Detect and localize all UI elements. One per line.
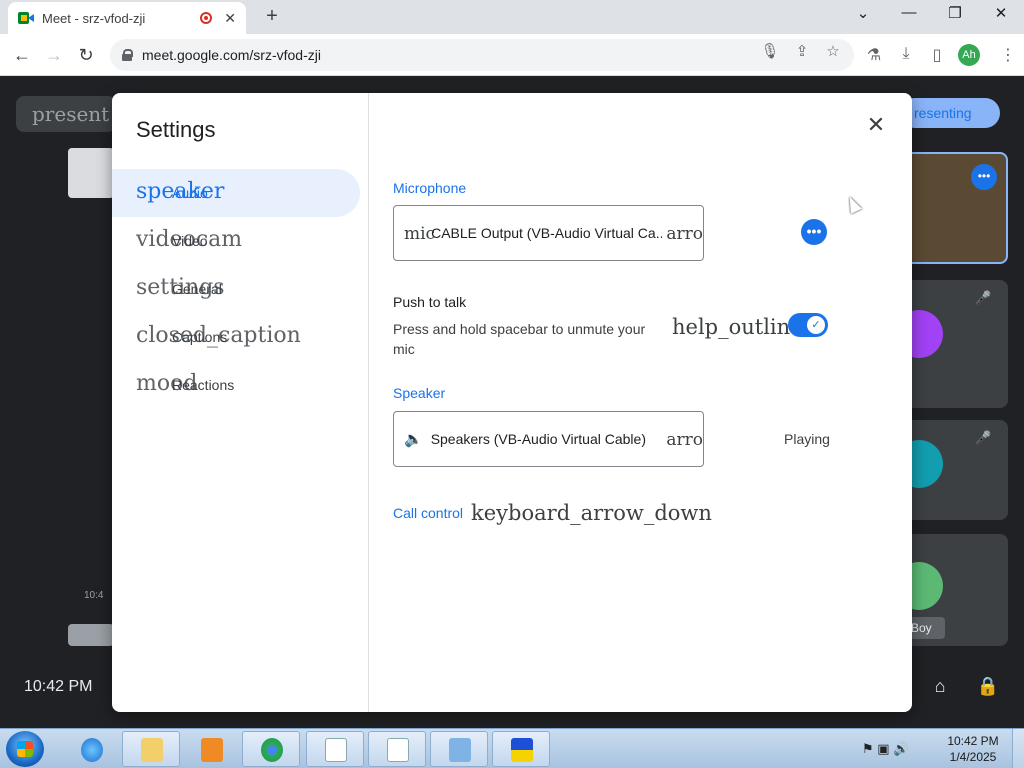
participant-tile[interactable]: 🎤 [905, 280, 1008, 408]
document-icon [387, 738, 409, 762]
profile-avatar[interactable]: Ah [958, 44, 980, 66]
system-tray[interactable]: ⚑ ▣ 🔊 [862, 741, 909, 757]
settings-nav-video[interactable]: videocam Video [112, 217, 360, 265]
settings-nav-label: Audio [172, 185, 208, 201]
microphone-more-options-icon[interactable]: ••• [801, 219, 827, 245]
presentation-thumbnail [68, 148, 114, 198]
microphone-heading: Microphone [393, 180, 467, 196]
taskbar-chrome-button[interactable] [242, 731, 300, 767]
mic-off-icon: 🎤 [975, 430, 992, 445]
side-panel-icon[interactable]: ▯ [926, 45, 948, 65]
speaker-heading: Speaker [393, 385, 446, 401]
settings-nav-label: Captions [172, 329, 228, 345]
tile-more-options-icon[interactable]: ••• [971, 164, 997, 190]
floppy-disk-icon [511, 738, 533, 762]
media-player-icon [201, 738, 223, 762]
call-control-label: Call control [393, 505, 464, 521]
settings-dialog: Settings speaker Audio videocam Video se… [112, 93, 912, 712]
volume-icon: 🔈 [404, 430, 423, 448]
recording-icon [200, 12, 213, 24]
browser-toolbar: ← → ↻ meet.google.com/srz-vfod-zji 🎙 ⇪ ☆… [0, 34, 1024, 76]
start-button[interactable] [6, 731, 44, 767]
bookmark-star-icon[interactable]: ☆ [823, 42, 843, 60]
folder-icon [141, 738, 163, 762]
taskbar-thumbnail [68, 624, 114, 646]
lock-icon[interactable] [122, 49, 133, 61]
microphone-select-value: CABLE Output (VB-Audio Virtual Ca... [431, 225, 668, 241]
reload-icon[interactable]: ↻ [73, 42, 99, 68]
microphone-select[interactable]: mic CABLE Output (VB-Audio Virtual Ca...… [393, 205, 704, 261]
restore-button[interactable]: ❐ [943, 4, 967, 22]
settings-nav-captions[interactable]: closed_caption Captions [112, 313, 360, 361]
taskbar-save-button[interactable] [492, 731, 550, 767]
microphone-dropdown-arrow-icon: arro [662, 224, 703, 244]
participant-tile[interactable]: ••• [905, 152, 1008, 264]
speaker-dropdown-arrow-icon: arro [662, 430, 703, 450]
clock-time: 10:42 PM [947, 734, 999, 748]
document-icon [325, 738, 347, 762]
present-button[interactable]: present [16, 96, 116, 132]
participant-tile[interactable]: 🎤 [905, 420, 1008, 520]
minimize-button[interactable]: — [897, 4, 921, 21]
taskbar-media-button[interactable] [182, 731, 240, 767]
back-arrow-icon[interactable]: ← [9, 42, 35, 68]
speaker-select[interactable]: 🔈 Speakers (VB-Audio Virtual Cable) arro [393, 411, 704, 467]
internet-explorer-icon [81, 738, 103, 762]
taskbar-explorer-button[interactable] [122, 731, 180, 767]
meet-logo-icon [18, 11, 34, 25]
settings-nav-label: Reactions [172, 377, 235, 393]
presenting-badge[interactable]: resenting [900, 98, 1000, 128]
taskbar-clock[interactable]: 10:42 PM 1/4/2025 [940, 733, 1006, 765]
mic-off-icon: 🎤 [975, 290, 992, 305]
settings-nav-label: General [172, 281, 222, 297]
settings-nav-reactions[interactable]: mood Reactions [112, 361, 360, 409]
control-panel-icon [449, 738, 471, 762]
settings-nav-label: Video [172, 233, 208, 249]
speaker-select-value: Speakers (VB-Audio Virtual Cable) [430, 431, 646, 447]
tab-list-chevron-down-icon[interactable]: ⌄ [851, 4, 875, 22]
microphone-icon[interactable]: 🎙 [760, 42, 780, 60]
clock-date: 1/4/2025 [949, 750, 997, 764]
browser-menu-icon[interactable]: ⋮ [996, 45, 1018, 65]
labs-flask-icon[interactable]: ⚗ [863, 45, 885, 65]
tab-close-icon[interactable]: ✕ [224, 10, 236, 27]
taskbar-document-button[interactable] [306, 731, 364, 767]
push-to-talk-description: Press and hold spacebar to unmute your m… [393, 321, 646, 357]
activities-icon[interactable]: ⌂ [927, 676, 953, 697]
show-desktop-button[interactable] [1012, 729, 1024, 768]
call-control-expander[interactable]: Call control keyboard_arrow_down [393, 501, 712, 525]
url-text[interactable]: meet.google.com/srz-vfod-zji [142, 47, 321, 63]
toggle-check-icon: ✓ [807, 316, 825, 334]
new-tab-button[interactable]: + [260, 5, 284, 28]
settings-sidebar: Settings speaker Audio videocam Video se… [112, 93, 369, 712]
push-to-talk-toggle[interactable]: ✓ [788, 313, 828, 337]
share-icon[interactable]: ⇪ [792, 42, 812, 60]
help-outline-icon[interactable]: help_outline [672, 315, 803, 339]
chrome-icon [261, 738, 283, 762]
download-icon[interactable]: ⤓ [895, 45, 917, 63]
window-close-button[interactable]: ✕ [989, 4, 1013, 22]
meeting-clock: 10:42 PM [24, 678, 93, 695]
thumbnail-time: 10:4 [84, 590, 104, 601]
address-bar[interactable]: meet.google.com/srz-vfod-zji [110, 39, 854, 71]
keyboard-arrow-down-icon: keyboard_arrow_down [471, 501, 712, 525]
host-controls-lock-icon[interactable]: 🔒 [975, 676, 1001, 697]
windows-taskbar: ⚑ ▣ 🔊 10:42 PM 1/4/2025 [0, 728, 1024, 768]
push-to-talk-title: Push to talk [393, 294, 467, 310]
close-dialog-button[interactable]: ✕ [864, 113, 888, 137]
speaker-test-button[interactable]: Playing [784, 431, 830, 447]
settings-title: Settings [136, 117, 216, 142]
forward-arrow-icon[interactable]: → [41, 42, 67, 68]
mic-icon: mic [404, 224, 436, 244]
taskbar-document-button[interactable] [368, 731, 426, 767]
tab-meet[interactable]: Meet - srz-vfod-zji ✕ [8, 2, 246, 34]
taskbar-ie-button[interactable] [62, 731, 120, 767]
tab-title: Meet - srz-vfod-zji [42, 10, 146, 26]
settings-nav-audio[interactable]: speaker Audio [112, 169, 360, 217]
settings-nav-general[interactable]: settings General [112, 265, 360, 313]
browser-tab-strip: Meet - srz-vfod-zji ✕ + ⌄ — ❐ ✕ [0, 0, 1024, 34]
taskbar-control-panel-button[interactable] [430, 731, 488, 767]
